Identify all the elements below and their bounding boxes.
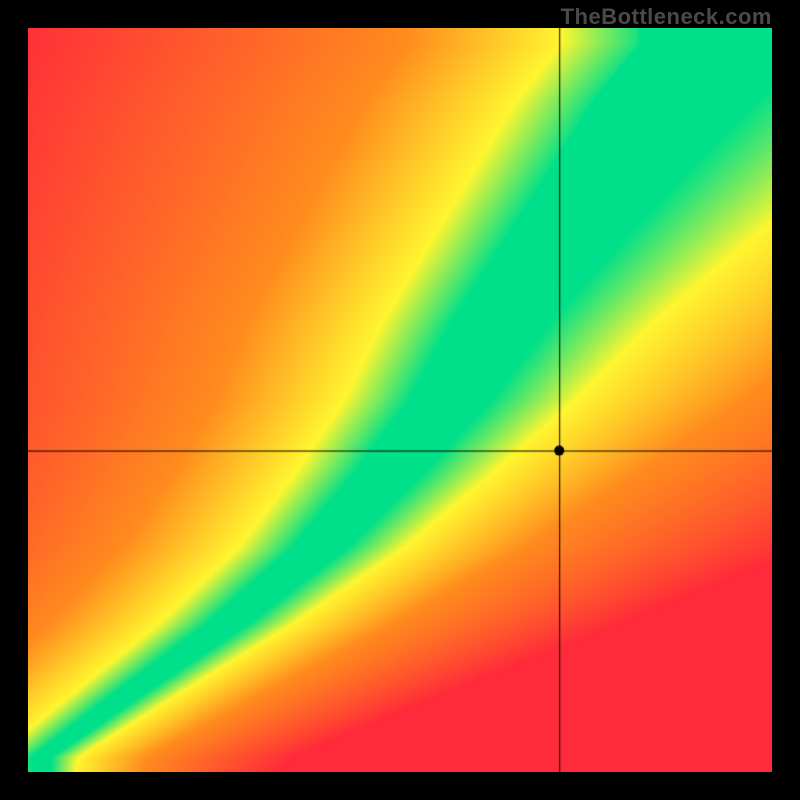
watermark-text: TheBottleneck.com [561, 4, 772, 30]
plot-area [28, 28, 772, 772]
bottleneck-heatmap [28, 28, 772, 772]
chart-frame: TheBottleneck.com [0, 0, 800, 800]
